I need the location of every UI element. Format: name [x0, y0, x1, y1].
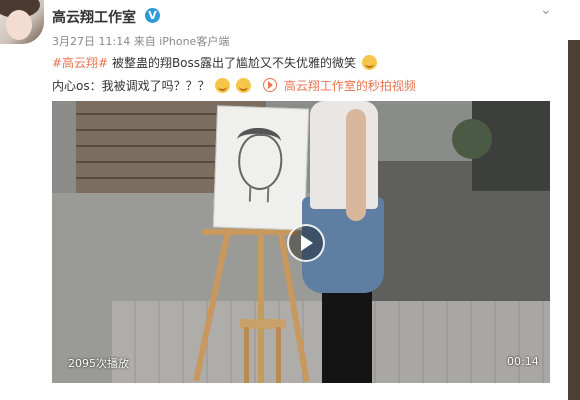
- hashtag-link[interactable]: #高云翔#: [52, 56, 108, 70]
- sketch-face: [237, 133, 284, 191]
- video-player[interactable]: 2095次播放 00:14: [52, 101, 550, 383]
- stool-leg: [276, 327, 281, 383]
- avatar[interactable]: [0, 0, 44, 44]
- video-link[interactable]: 高云翔工作室的秒拍视频: [284, 79, 416, 93]
- video-duration: 00:14: [507, 355, 539, 368]
- easel-bar: [202, 229, 298, 235]
- sketch-neck: [248, 185, 270, 203]
- post-meta: 3月27日 11:14 来自 iPhone客户端: [52, 33, 229, 49]
- stool-leg: [244, 327, 249, 383]
- play-count: 2095次播放: [68, 357, 129, 370]
- post-text: 被整蛊的翔Boss露出了尴尬又不失优雅的微笑: [111, 56, 357, 70]
- post-text-line2: 内心os：我被调戏了吗？？？ 高云翔工作室的秒拍视频: [52, 77, 416, 94]
- verified-icon: V: [145, 8, 160, 23]
- person-arm: [346, 109, 366, 221]
- post-text-line1: #高云翔# 被整蛊的翔Boss露出了尴尬又不失优雅的微笑: [52, 54, 377, 71]
- side-image-strip: [568, 40, 580, 400]
- plant: [452, 119, 492, 159]
- play-icon: [263, 78, 278, 92]
- username-link[interactable]: 高云翔工作室: [52, 7, 136, 27]
- laugh-emoji-icon: [215, 78, 231, 93]
- post-timestamp[interactable]: 3月27日 11:14: [52, 35, 130, 48]
- play-button[interactable]: [287, 224, 325, 262]
- sketch-canvas: [212, 105, 310, 231]
- person-shirt: [310, 101, 378, 209]
- chevron-down-icon[interactable]: ⌄: [540, 2, 552, 18]
- smile-emoji-icon: [361, 55, 377, 70]
- laugh-emoji-icon: [236, 78, 252, 93]
- post-source[interactable]: 来自 iPhone客户端: [134, 35, 230, 48]
- post-inner-os: 内心os：我被调戏了吗？？？: [52, 79, 210, 93]
- avatar-face: [6, 10, 32, 40]
